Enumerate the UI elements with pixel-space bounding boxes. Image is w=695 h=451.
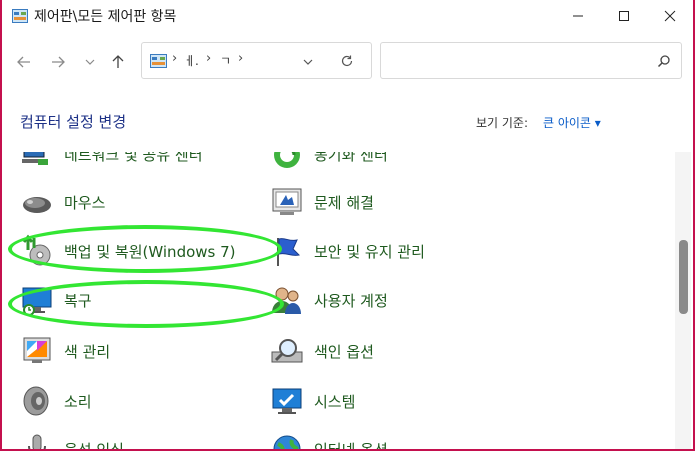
recovery-icon [20,283,54,317]
up-button[interactable] [108,52,128,72]
item-label: 문제 해결 [314,193,374,212]
vertical-scrollbar[interactable] [675,152,691,449]
chevron-down-icon [85,59,95,65]
backup-restore-icon [20,234,54,268]
arrow-up-icon [112,55,124,68]
item-label: 복구 [64,291,92,310]
item-label: 색인 옵션 [314,342,374,361]
address-bar[interactable]: › ㅔ. › ㄱ › [141,42,372,79]
item-label: 시스템 [314,392,356,411]
mouse-icon [20,185,54,219]
item-label: 소리 [64,392,92,411]
control-panel-icon [150,54,167,68]
chevron-down-icon[interactable] [302,56,314,68]
content-header: 컴퓨터 설정 변경 보기 기준: 큰 아이콘 ▾ [2,90,693,152]
item-indexing-options[interactable]: 색인 옵션 [270,331,374,371]
item-internet-options[interactable]: 인터넷 옵션 [270,429,388,449]
navigation-bar: › ㅔ. › ㄱ › [2,32,693,90]
view-by-label: 보기 기준: [476,116,529,130]
sync-center-icon [270,152,304,171]
item-label: 네트워크 및 공유 센터 [64,152,203,164]
item-recovery[interactable]: 복구 [20,280,92,320]
troubleshooting-icon [270,185,304,219]
item-label: 보안 및 유지 관리 [314,242,425,261]
breadcrumb-item[interactable]: ㅔ. [184,52,199,69]
indexing-options-icon [270,334,304,368]
network-icon [20,152,54,171]
breadcrumb-separator-icon: › [172,51,178,66]
arrow-right-icon [52,56,65,68]
security-flag-icon [270,234,304,268]
title-bar[interactable]: 제어판\모든 제어판 항목 [2,0,693,32]
item-system[interactable]: 시스템 [270,381,355,421]
view-by-dropdown[interactable]: 큰 아이콘 ▾ [543,114,601,131]
minimize-icon [573,15,583,17]
breadcrumb-item[interactable]: ㄱ [220,52,231,69]
item-sound[interactable]: 소리 [20,381,92,421]
sound-icon [20,384,54,418]
item-label: 인터넷 옵션 [314,439,388,450]
breadcrumb-separator-icon: › [206,51,212,66]
search-input[interactable] [380,42,682,79]
item-label: 음성 인식 [64,439,124,450]
item-speech-recognition[interactable]: 음성 인식 [20,429,124,449]
speech-recognition-icon [20,432,54,449]
recent-locations-button[interactable] [80,52,100,72]
control-panel-items: 네트워크 및 공유 센터 동기화 센터 마우스 문제 해결 백업 및 복원(Wi… [2,152,693,449]
window-controls [555,0,693,32]
control-panel-window: 제어판\모든 제어판 항목 › ㅔ. › ㄱ › 컴퓨터 설정 변경 보기 기준… [0,0,695,451]
close-icon [664,10,676,22]
user-accounts-icon [270,283,304,317]
item-sync-center[interactable]: 동기화 센터 [270,152,388,174]
item-user-accounts[interactable]: 사용자 계정 [270,280,388,320]
maximize-button[interactable] [601,0,647,32]
color-management-icon [20,334,54,368]
item-color-management[interactable]: 색 관리 [20,331,110,371]
window-title: 제어판\모든 제어판 항목 [34,9,177,25]
close-button[interactable] [647,0,693,32]
search-icon [657,55,670,68]
control-panel-icon [12,9,28,23]
maximize-icon [619,11,629,21]
forward-button[interactable] [48,52,68,72]
internet-options-icon [270,432,304,449]
minimize-button[interactable] [555,0,601,32]
back-button[interactable] [14,52,34,72]
item-label: 백업 및 복원(Windows 7) [64,242,236,261]
item-backup-restore[interactable]: 백업 및 복원(Windows 7) [20,231,236,271]
item-label: 색 관리 [64,342,111,361]
item-label: 마우스 [64,193,106,212]
item-troubleshooting[interactable]: 문제 해결 [270,182,374,222]
refresh-icon[interactable] [340,54,354,68]
item-label: 사용자 계정 [314,291,388,310]
breadcrumb-separator-icon: › [238,51,244,66]
system-icon [270,384,304,418]
item-security-maintenance[interactable]: 보안 및 유지 관리 [270,231,425,271]
page-title: 컴퓨터 설정 변경 [20,113,127,131]
item-network-sharing[interactable]: 네트워크 및 공유 센터 [20,152,203,174]
item-label: 동기화 센터 [314,152,388,164]
arrow-left-icon [17,56,30,68]
item-mouse[interactable]: 마우스 [20,182,105,222]
scrollbar-thumb[interactable] [679,240,688,314]
